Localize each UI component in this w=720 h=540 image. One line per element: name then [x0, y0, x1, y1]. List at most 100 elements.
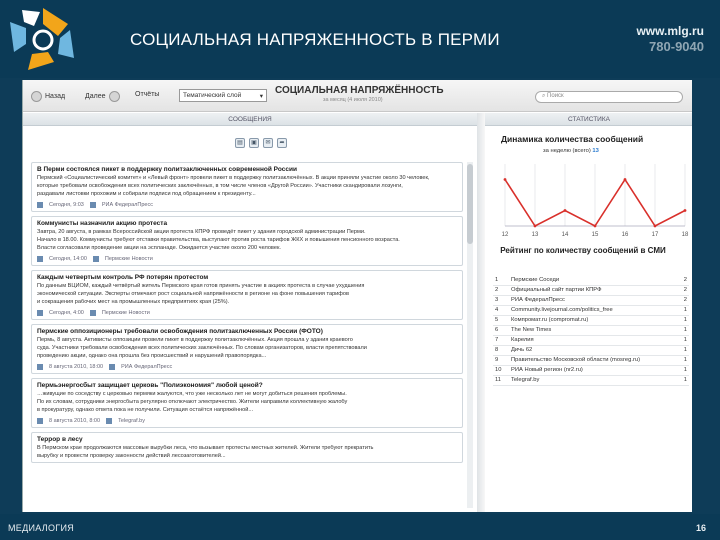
- message-source[interactable]: Пермские Новости: [105, 256, 153, 262]
- ranking-source[interactable]: Правительство Московской области (mosreg…: [509, 355, 677, 366]
- ranking-source[interactable]: РИА ФедералПресс: [509, 295, 677, 306]
- forward-button[interactable]: Далее: [85, 91, 120, 102]
- ranking-count: 1: [677, 345, 689, 356]
- ranking-count: 1: [677, 335, 689, 346]
- search-input[interactable]: ⌕ Поиск: [535, 91, 683, 103]
- ranking-row[interactable]: 10 РИА Новый регион (nr2.ru) 1: [493, 365, 689, 376]
- ranking-row[interactable]: 2 Официальный сайт партии КПРФ 2: [493, 285, 689, 296]
- chart-point[interactable]: [533, 224, 537, 228]
- ranking-row[interactable]: 4 Community.livejournal.com/politics_free…: [493, 305, 689, 316]
- clock-icon: [37, 310, 43, 316]
- ranking-source[interactable]: Пермские Соседи: [509, 276, 677, 286]
- back-label: Назад: [45, 93, 66, 100]
- chart-point[interactable]: [653, 224, 657, 228]
- ranking-source[interactable]: The New Times: [509, 325, 677, 336]
- message-title[interactable]: Террор в лесу: [37, 436, 457, 444]
- ranking-row[interactable]: 6 The New Times 1: [493, 325, 689, 336]
- source-icon: [109, 364, 116, 370]
- chart-x-tick-label: 18: [682, 232, 689, 238]
- chart-point[interactable]: [563, 209, 567, 212]
- chart-point[interactable]: [503, 178, 507, 181]
- chart-subtitle-label: за неделю (всего): [543, 148, 591, 154]
- theme-select[interactable]: Тематический слой ▾: [179, 89, 267, 102]
- app-title: СОЦИАЛЬНАЯ НАПРЯЖЁННОСТЬ: [275, 85, 444, 96]
- chart-x-tick-label: 14: [562, 232, 569, 238]
- forward-arrow-icon: [108, 91, 120, 102]
- messages-scrollbar[interactable]: [467, 162, 473, 508]
- ranking-table: 1 Пермские Соседи 2 2 Официальный сайт парти…: [493, 276, 689, 386]
- message-text: вырубку и провести проверку законности д…: [37, 453, 226, 459]
- ranking-count: 1: [677, 325, 689, 336]
- message-date: Сегодня, 4:00: [49, 310, 84, 316]
- ranking-number: 7: [493, 335, 509, 346]
- message-title[interactable]: Пермские оппозиционеры требовали освобож…: [37, 328, 457, 336]
- panel-divider[interactable]: [477, 113, 485, 512]
- message-source[interactable]: РИА ФедералПресс: [121, 364, 172, 370]
- ranking-row[interactable]: 9 Правительство Московской области (mosre…: [493, 355, 689, 366]
- print-icon[interactable]: ▤: [235, 138, 245, 148]
- message-date: Сегодня, 14:00: [49, 256, 87, 262]
- ranking-number: 5: [493, 315, 509, 326]
- message-item[interactable]: Коммунисты назначили акцию протеста Завт…: [31, 216, 463, 266]
- message-source[interactable]: РИА ФедералПресс: [102, 202, 153, 208]
- message-title[interactable]: Коммунисты назначили акцию протеста: [37, 220, 457, 228]
- save-icon[interactable]: ▣: [249, 138, 259, 148]
- chart-point[interactable]: [623, 178, 627, 181]
- share-icon[interactable]: ➦: [277, 138, 287, 148]
- ranking-source[interactable]: Telegraf.by: [509, 375, 677, 386]
- message-title[interactable]: Каждым четвертым контроль РФ потерян про…: [37, 274, 457, 282]
- ranking-count: 1: [677, 375, 689, 386]
- ranking-row[interactable]: 3 РИА ФедералПресс 2: [493, 295, 689, 306]
- message-meta: 8 августа 2010, 18:00 РИА ФедералПресс: [37, 363, 457, 371]
- message-source[interactable]: Telegraf.by: [118, 418, 145, 424]
- message-date: Сегодня, 9:03: [49, 202, 84, 208]
- search-icon: ⌕: [542, 93, 546, 99]
- chart-total: 13: [592, 148, 599, 154]
- chart-x-tick-label: 12: [502, 232, 509, 238]
- message-item[interactable]: Пермьэнергосбыт защищает церковь "Полиэк…: [31, 378, 463, 428]
- message-date: 8 августа 2010, 8:00: [49, 418, 101, 424]
- source-icon: [92, 256, 99, 262]
- messages-panel-head: СООБЩЕНИЯ: [23, 113, 477, 126]
- ranking-source[interactable]: Карелия: [509, 335, 677, 346]
- message-text: Пермь, 8 августа. Активисты оппозиции пр…: [37, 337, 353, 343]
- chart-point[interactable]: [683, 209, 687, 212]
- clock-icon: [37, 418, 43, 424]
- ranking-count: 1: [677, 365, 689, 376]
- message-item[interactable]: Пермские оппозиционеры требовали освобож…: [31, 324, 463, 374]
- message-item[interactable]: Террор в лесу В Пермском крае продолжают…: [31, 432, 463, 463]
- chart-x-tick-label: 16: [622, 232, 629, 238]
- ranking-row[interactable]: 1 Пермские Соседи 2: [493, 276, 689, 286]
- message-source[interactable]: Пермские Новости: [102, 310, 150, 316]
- ranking-source[interactable]: РИА Новый регион (nr2.ru): [509, 365, 677, 376]
- mail-icon[interactable]: ✉: [263, 138, 273, 148]
- back-button[interactable]: Назад: [31, 91, 65, 102]
- app-screenshot: Назад Далее Отчёты Тематический слой ▾ С…: [22, 80, 692, 512]
- chart-x-tick-label: 15: [592, 232, 599, 238]
- ranking-row[interactable]: 7 Карелия 1: [493, 335, 689, 346]
- message-title[interactable]: Пермьэнергосбыт защищает церковь "Полиэк…: [37, 382, 457, 390]
- message-item[interactable]: В Перми состоялся пикет в поддержку поли…: [31, 162, 463, 212]
- ranking-count: 1: [677, 355, 689, 366]
- message-item[interactable]: Каждым четвертым контроль РФ потерян про…: [31, 270, 463, 320]
- ranking-count: 2: [677, 295, 689, 306]
- chevron-down-icon: ▾: [259, 93, 263, 100]
- ranking-source[interactable]: Дичь 62: [509, 345, 677, 356]
- ranking-number: 3: [493, 295, 509, 306]
- message-title[interactable]: В Перми состоялся пикет в поддержку поли…: [37, 166, 457, 174]
- message-text: суда. Участники требовали освобождения в…: [37, 345, 367, 351]
- clock-icon: [37, 256, 43, 262]
- reports-button[interactable]: Отчёты: [135, 91, 159, 98]
- scrollbar-thumb[interactable]: [467, 164, 473, 244]
- ranking-number: 10: [493, 365, 509, 376]
- ranking-row[interactable]: 5 Компромат.ru (compromat.ru) 1: [493, 315, 689, 326]
- message-text: в прокуратуру, однако ответа пока не пол…: [37, 407, 254, 413]
- ranking-source[interactable]: Официальный сайт партии КПРФ: [509, 285, 677, 296]
- chart-point[interactable]: [593, 224, 597, 228]
- ranking-source[interactable]: Компромат.ru (compromat.ru): [509, 315, 677, 326]
- message-meta: Сегодня, 14:00 Пермские Новости: [37, 255, 457, 263]
- ranking-row[interactable]: 8 Дичь 62 1: [493, 345, 689, 356]
- ranking-row[interactable]: 11 Telegraf.by 1: [493, 375, 689, 386]
- ranking-count: 2: [677, 285, 689, 296]
- ranking-source[interactable]: Community.livejournal.com/politics_free: [509, 305, 677, 316]
